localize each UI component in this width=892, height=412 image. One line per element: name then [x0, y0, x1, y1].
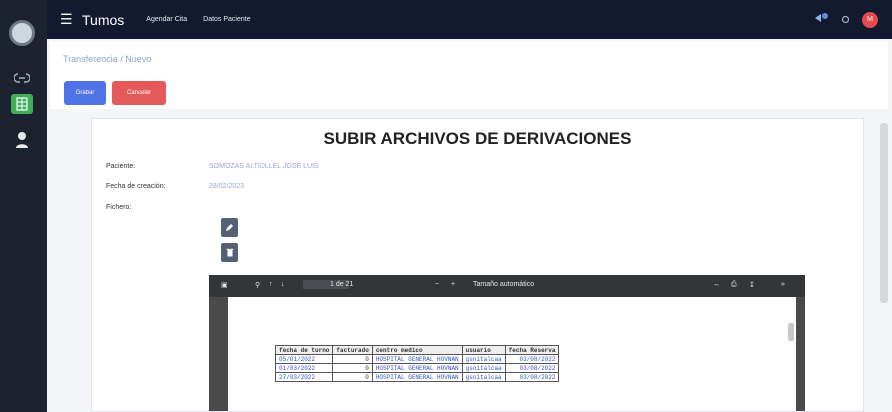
table-cell: gsnitalcaa [461, 372, 506, 382]
app-logo[interactable] [9, 20, 35, 46]
user-icon[interactable] [11, 130, 33, 150]
sidebar [0, 0, 47, 412]
pdf-table: fecha de turno facturado centro medico u… [274, 345, 560, 382]
settings-icon[interactable] [841, 11, 850, 29]
patient-value: SOMOZAS ALTIDLLEL JOSE LUIS [209, 163, 319, 170]
table-cell: 01/03/2022 [274, 363, 334, 373]
user-avatar[interactable]: M [862, 11, 878, 28]
delete-button[interactable] [221, 243, 238, 262]
next-page-icon[interactable]: ↓ [281, 281, 285, 288]
table-header: centro medico [371, 345, 463, 355]
table-row: 05/01/2022 0 HOSPITAL GENERAL HOVNAN gsn… [274, 354, 560, 364]
pdf-toolbar: ▣ ⚲ ↑ ↓ 1 de 21 − + Tamaño automático ↔ … [209, 275, 805, 297]
table-cell: HOSPITAL GENERAL HOVNAN [371, 372, 463, 382]
pdf-page: fecha de turno facturado centro medico u… [228, 297, 796, 411]
cancel-button[interactable]: Cancelar [112, 81, 166, 105]
app-brand[interactable]: Tumos [82, 12, 124, 28]
presentation-icon[interactable]: ↔ [713, 281, 720, 288]
table-cell: 03/08/2022 [504, 372, 560, 382]
main-content: Transferencia / Nuevo Grabar Cancelar SU… [47, 39, 892, 412]
page-indicator: 1 de 21 [330, 281, 354, 288]
table-cell: 0 [332, 363, 373, 373]
table-cell: 27/03/2022 [274, 372, 334, 382]
link-icon[interactable] [11, 68, 33, 88]
table-row: 27/03/2022 0 HOSPITAL GENERAL HOVNAN gsn… [274, 372, 560, 382]
nav-link-agendar-cita[interactable]: Agendar Cita [146, 16, 187, 23]
top-navbar: ☰ Tumos Agendar Cita Datos Paciente M [47, 0, 892, 39]
spreadsheet-icon[interactable] [11, 94, 33, 114]
table-header: usuario [461, 345, 506, 355]
pencil-icon [226, 224, 233, 231]
pdf-scrollbar[interactable] [788, 323, 794, 341]
print-icon[interactable]: ⎙ [731, 281, 737, 289]
zoom-select[interactable]: Tamaño automático [473, 281, 534, 288]
download-icon[interactable]: ↧ [749, 281, 755, 289]
trash-icon [226, 248, 233, 257]
table-header: fecha de turno [274, 345, 334, 355]
table-cell: 03/08/2022 [504, 363, 560, 373]
patient-label: Paciente: [106, 163, 136, 170]
table-header: facturado [332, 345, 373, 355]
nav-link-datos-paciente[interactable]: Datos Paciente [203, 16, 250, 23]
table-cell: 05/01/2022 [274, 354, 334, 364]
table-cell: HOSPITAL GENERAL HOVNAN [371, 354, 463, 364]
table-cell: 03/08/2022 [504, 354, 560, 364]
search-icon[interactable]: ⚲ [255, 281, 260, 289]
table-header: fecha Reserva [504, 345, 560, 355]
sidebar-toggle-icon[interactable]: ▣ [221, 281, 228, 289]
zoom-in-icon[interactable]: + [451, 281, 455, 288]
table-cell: 0 [332, 372, 373, 382]
page-scrollbar[interactable] [880, 123, 888, 303]
pdf-viewer[interactable]: ▣ ⚲ ↑ ↓ 1 de 21 − + Tamaño automático ↔ … [209, 275, 805, 411]
date-label: Fecha de creación: [106, 183, 166, 190]
header-card: Transferencia / Nuevo Grabar Cancelar [50, 41, 888, 109]
prev-page-icon[interactable]: ↑ [269, 281, 273, 288]
menu-icon[interactable]: ☰ [60, 11, 78, 28]
save-button[interactable]: Grabar [64, 81, 106, 105]
date-value: 28/02/2023 [209, 183, 245, 190]
breadcrumb[interactable]: Transferencia / Nuevo [63, 54, 151, 64]
table-row: 01/03/2022 0 HOSPITAL GENERAL HOVNAN gsn… [274, 363, 560, 373]
edit-button[interactable] [221, 218, 238, 237]
files-label: Fichero: [106, 204, 132, 211]
upload-card: SUBIR ARCHIVOS DE DERIVACIONES Paciente:… [91, 118, 864, 412]
table-cell: gsnitalcaa [461, 354, 506, 364]
table-cell: gsnitalcaa [461, 363, 506, 373]
zoom-out-icon[interactable]: − [435, 281, 439, 288]
page-title: SUBIR ARCHIVOS DE DERIVACIONES [323, 129, 632, 148]
table-cell: 0 [332, 354, 373, 364]
tools-menu-icon[interactable]: » [781, 281, 785, 288]
table-cell: HOSPITAL GENERAL HOVNAN [371, 363, 463, 373]
notifications-icon[interactable] [809, 11, 829, 29]
